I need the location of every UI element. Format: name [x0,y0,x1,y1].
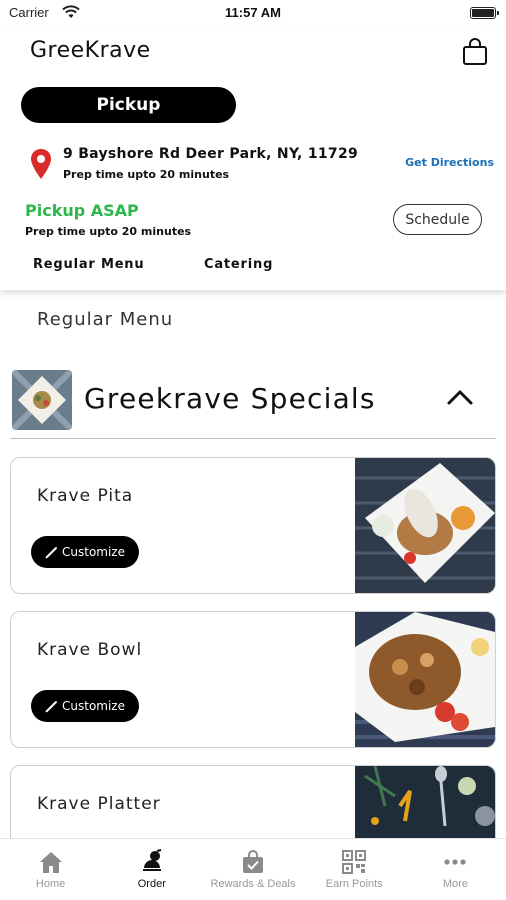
category-title: Greekrave Specials [84,382,376,415]
item-name: Krave Platter [37,794,161,814]
menu-section-label: Regular Menu [37,309,174,330]
tab-earn-points[interactable]: Earn Points [304,839,405,900]
order-icon [142,849,162,871]
pickup-asap-label: Pickup ASAP [25,201,139,220]
item-name: Krave Bowl [37,640,143,660]
category-thumbnail [12,370,72,430]
menu-item-card[interactable]: Krave Bowl Customize [10,611,496,748]
tab-regular-menu[interactable]: Regular Menu [33,257,144,272]
battery-icon [470,7,499,19]
chevron-up-icon[interactable] [446,388,474,406]
menu-item-card[interactable]: Krave Pita Customize [10,457,496,594]
schedule-button[interactable]: Schedule [393,204,482,235]
prep-time-text: Prep time upto 20 minutes [63,168,230,181]
item-name: Krave Pita [37,486,134,506]
bottom-tab-bar: Home Order Rewards & Deals Earn Points M… [0,838,506,900]
tab-label: Home [35,878,66,890]
customize-button[interactable]: Customize [31,536,139,568]
category-divider [10,438,496,439]
more-icon [444,859,467,865]
krave-bowl-photo [355,612,495,747]
status-bar: Carrier 11:57 AM [0,0,506,28]
tab-label: Order [137,878,166,890]
home-icon [39,852,62,873]
pencil-icon [45,547,57,559]
location-pin-icon [31,149,51,179]
qr-code-icon [342,850,367,874]
customize-button[interactable]: Customize [31,690,139,722]
pencil-icon [45,701,57,713]
customize-label: Customize [62,545,125,559]
krave-pita-photo [355,458,495,593]
status-time: 11:57 AM [225,5,281,20]
tab-rewards[interactable]: Rewards & Deals [202,839,303,900]
get-directions-link[interactable]: Get Directions [405,156,494,169]
tab-more[interactable]: More [405,839,506,900]
pickup-prep-time-text: Prep time upto 20 minutes [25,225,192,238]
tab-label: Earn Points [325,878,383,890]
rewards-icon [243,850,263,873]
tab-label: Rewards & Deals [210,878,296,890]
store-address: 9 Bayshore Rd Deer Park, NY, 11729 [63,146,359,162]
tab-catering[interactable]: Catering [204,257,273,272]
order-header: GreeKrave Pickup 9 Bayshore Rd Deer Park… [0,28,506,290]
shopping-bag-icon[interactable] [462,38,488,66]
pickup-mode-button[interactable]: Pickup [21,87,236,123]
customize-label: Customize [62,699,125,713]
tab-order[interactable]: Order [101,839,202,900]
tab-label: More [442,878,468,890]
app-title: GreeKrave [30,38,151,63]
tab-home[interactable]: Home [0,839,101,900]
